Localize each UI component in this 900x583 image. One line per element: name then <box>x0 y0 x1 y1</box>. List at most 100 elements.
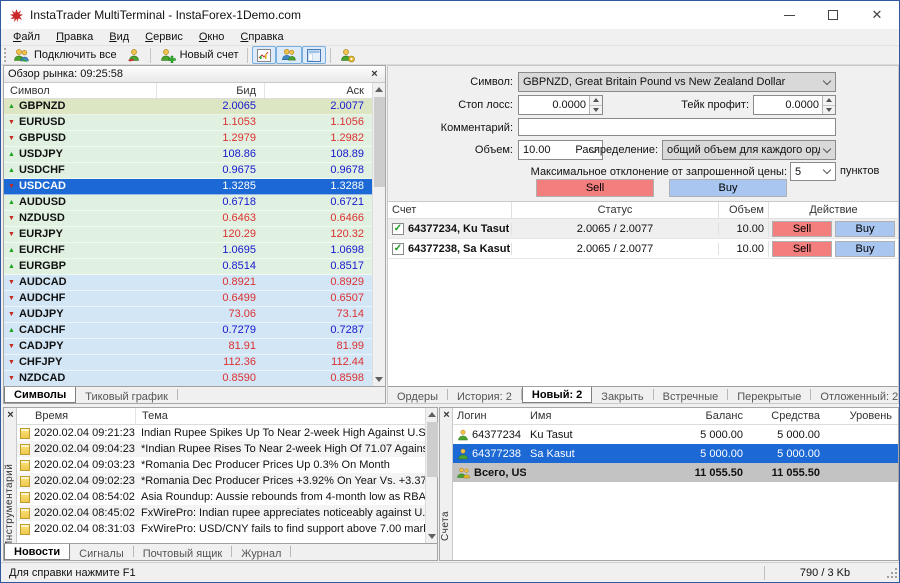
menu-service[interactable]: Сервис <box>137 30 191 44</box>
tab-new[interactable]: Новый: 2 <box>522 386 592 403</box>
buy-button[interactable]: Buy <box>669 179 787 197</box>
market-watch-row[interactable]: CADJPY81.9181.99 <box>4 339 372 355</box>
row-sell-button[interactable]: Sell <box>772 241 832 257</box>
market-watch-row[interactable]: EURGBP0.85140.8517 <box>4 259 372 275</box>
tab-history[interactable]: История: 2 <box>448 389 522 400</box>
column-balance[interactable]: Баланс <box>683 408 748 424</box>
market-watch-row[interactable]: USDCAD1.32851.3288 <box>4 179 372 195</box>
row-buy-button[interactable]: Buy <box>835 221 895 237</box>
tab-symbols[interactable]: Символы <box>4 386 76 403</box>
tab-counter[interactable]: Встречные <box>654 389 729 400</box>
market-watch-row[interactable]: GBPUSD1.29791.2982 <box>4 131 372 147</box>
scroll-thumb[interactable] <box>374 97 385 187</box>
sell-button[interactable]: Sell <box>536 179 654 197</box>
minimize-button[interactable] <box>767 1 811 29</box>
scroll-thumb[interactable] <box>427 422 438 477</box>
market-watch-row[interactable]: NZDUSD0.64630.6466 <box>4 211 372 227</box>
news-row[interactable]: 2020.02.04 09:21:23Indian Rupee Spikes U… <box>17 425 437 441</box>
account-checkbox[interactable] <box>392 223 404 235</box>
scroll-down-icon[interactable] <box>426 530 438 543</box>
account-settings-button[interactable] <box>335 46 360 64</box>
news-row[interactable]: 2020.02.04 08:31:03FxWirePro: USD/CNY fa… <box>17 521 437 537</box>
column-bid[interactable]: Бид <box>156 83 264 98</box>
accounts-panel-toggle[interactable] <box>276 46 302 64</box>
news-row[interactable]: 2020.02.04 09:02:23*Romania Dec Producer… <box>17 473 437 489</box>
menu-file[interactable]: Файл <box>5 30 48 44</box>
account-row[interactable]: 64377238 Sa Kasut 5 000.00 5 000.00 <box>453 444 898 463</box>
market-watch-row[interactable]: GBPNZD2.00652.0077 <box>4 99 372 115</box>
market-watch-row[interactable]: AUDJPY73.0673.14 <box>4 307 372 323</box>
market-watch-row[interactable]: CADCHF0.72790.7287 <box>4 323 372 339</box>
market-watch-close-icon[interactable]: × <box>368 68 381 81</box>
spin-up-icon[interactable] <box>823 96 835 105</box>
column-topic[interactable]: Тема <box>135 408 425 424</box>
tab-signals[interactable]: Сигналы <box>70 546 134 557</box>
scroll-down-icon[interactable] <box>373 373 385 386</box>
menu-edit[interactable]: Правка <box>48 30 101 44</box>
layout-panel-toggle[interactable] <box>302 46 326 64</box>
symbol-select[interactable]: GBPNZD, Great Britain Pound vs New Zeala… <box>518 72 836 92</box>
column-login[interactable]: Логин <box>453 408 526 424</box>
menu-help[interactable]: Справка <box>232 30 291 44</box>
row-buy-button[interactable]: Buy <box>835 241 895 257</box>
tick-chart-toggle[interactable] <box>252 46 276 64</box>
market-watch-row[interactable]: AUDUSD0.67180.6721 <box>4 195 372 211</box>
distribution-select[interactable]: общий объем для каждого ордера <box>662 140 836 160</box>
market-watch-row[interactable]: USDCHF0.96750.9678 <box>4 163 372 179</box>
menu-view[interactable]: Вид <box>101 30 137 44</box>
spin-down-icon[interactable] <box>823 105 835 115</box>
column-name[interactable]: Имя <box>526 408 683 424</box>
news-scrollbar[interactable] <box>425 408 437 543</box>
column-symbol[interactable]: Символ <box>4 83 156 98</box>
tab-news[interactable]: Новости <box>4 543 70 560</box>
tab-pending[interactable]: Отложенный: 2 <box>811 389 898 400</box>
tools-close-icon[interactable]: × <box>4 409 17 422</box>
column-volume[interactable]: Объем <box>718 202 768 218</box>
market-watch-row[interactable]: AUDCAD0.89210.8929 <box>4 275 372 291</box>
scroll-up-icon[interactable] <box>373 83 385 96</box>
tab-tick-chart[interactable]: Тиковый график <box>76 389 178 400</box>
column-ask[interactable]: Аск <box>264 83 372 98</box>
market-watch-row[interactable]: EURJPY120.29120.32 <box>4 227 372 243</box>
account-checkbox[interactable] <box>392 243 404 255</box>
comment-input[interactable] <box>518 118 836 136</box>
menu-window[interactable]: Окно <box>191 30 233 44</box>
column-account[interactable]: Счет <box>388 202 511 218</box>
close-button[interactable]: ✕ <box>855 1 899 29</box>
news-row[interactable]: 2020.02.04 09:04:23*Indian Rupee Rises T… <box>17 441 437 457</box>
column-status[interactable]: Статус <box>511 202 718 218</box>
news-row[interactable]: 2020.02.04 08:54:02Asia Roundup: Aussie … <box>17 489 437 505</box>
scroll-up-icon[interactable] <box>426 408 438 421</box>
order-table-row[interactable]: 64377238, Sa Kasut 2.0065 / 2.0077 10.00… <box>388 239 898 259</box>
stop-loss-input[interactable]: 0.0000 <box>518 95 603 115</box>
tab-close[interactable]: Закрыть <box>592 389 653 400</box>
market-watch-scrollbar[interactable] <box>372 83 385 386</box>
market-watch-row[interactable]: EURUSD1.10531.1056 <box>4 115 372 131</box>
news-row[interactable]: 2020.02.04 09:03:23*Romania Dec Producer… <box>17 457 437 473</box>
row-sell-button[interactable]: Sell <box>772 221 832 237</box>
accounts-close-icon[interactable]: × <box>440 409 453 422</box>
tab-overlapped[interactable]: Перекрытые <box>728 389 811 400</box>
market-watch-row[interactable]: EURCHF1.06951.0698 <box>4 243 372 259</box>
take-profit-input[interactable]: 0.0000 <box>753 95 836 115</box>
new-account-button[interactable]: Новый счет <box>155 46 243 64</box>
disconnect-button[interactable] <box>121 46 146 64</box>
toolbar-grip[interactable] <box>3 48 6 62</box>
deviation-select[interactable]: 5 <box>790 162 836 181</box>
maximize-button[interactable] <box>811 1 855 29</box>
column-action[interactable]: Действие <box>768 202 898 218</box>
news-row[interactable]: 2020.02.04 08:45:02FxWirePro: Indian rup… <box>17 505 437 521</box>
tab-mailbox[interactable]: Почтовый ящик <box>134 546 232 557</box>
market-watch-row[interactable]: USDJPY108.86108.89 <box>4 147 372 163</box>
column-equity[interactable]: Средства <box>748 408 825 424</box>
resize-grip[interactable] <box>885 566 899 580</box>
market-watch-row[interactable]: CHFJPY112.36112.44 <box>4 355 372 371</box>
spin-down-icon[interactable] <box>590 105 602 115</box>
tab-orders[interactable]: Ордеры <box>388 389 448 400</box>
tab-journal[interactable]: Журнал <box>232 546 291 557</box>
column-time[interactable]: Время <box>17 408 135 424</box>
market-watch-row[interactable]: NZDCAD0.85900.8598 <box>4 371 372 387</box>
order-table-row[interactable]: 64377234, Ku Tasut 2.0065 / 2.0077 10.00… <box>388 219 898 239</box>
column-level[interactable]: Уровень <box>825 408 898 424</box>
account-row[interactable]: 64377234 Ku Tasut 5 000.00 5 000.00 <box>453 425 898 444</box>
